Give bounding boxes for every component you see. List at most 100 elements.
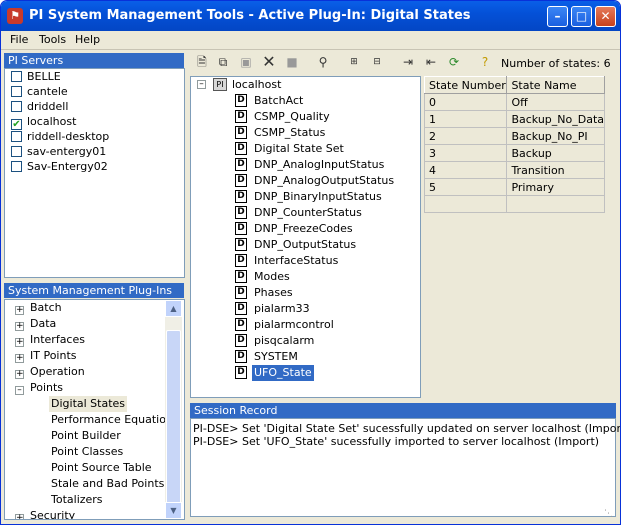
minimize-button[interactable]: – (547, 6, 568, 27)
state-number[interactable]: 4 (423, 161, 508, 179)
table-row[interactable]: 1 Backup_No_Data (423, 110, 605, 128)
tree-item[interactable]: Modes (252, 269, 292, 285)
tree-item[interactable]: InterfaceStatus (252, 253, 340, 269)
expand-icon[interactable]: + (15, 338, 24, 347)
plugin-group-data[interactable]: + Data (15, 316, 56, 332)
tree-item[interactable]: Digital State Set (252, 141, 346, 157)
plugin-group-it-points[interactable]: + IT Points (15, 348, 77, 364)
tree-item[interactable]: BatchAct (252, 93, 305, 109)
maximize-button[interactable]: □ (571, 6, 592, 27)
scroll-up-icon[interactable]: ▲ (165, 300, 182, 317)
tree-item[interactable]: CSMP_Quality (252, 109, 332, 125)
expand-icon[interactable]: + (15, 514, 24, 519)
state-name[interactable]: Backup (506, 144, 605, 162)
paste-icon[interactable]: ▣ (237, 53, 255, 71)
menu-tools[interactable]: Tools (39, 33, 66, 46)
expand-icon[interactable]: + (15, 306, 24, 315)
expand-icon[interactable]: + (15, 322, 24, 331)
table-row[interactable]: 3 Backup (423, 144, 605, 162)
state-name[interactable]: Transition (506, 161, 605, 179)
plugin-scrollbar[interactable]: ▲ ▼ (165, 300, 182, 519)
server-item[interactable]: riddell-desktop (11, 129, 109, 144)
plugin-point-classes[interactable]: Point Classes (51, 444, 123, 460)
checkbox[interactable] (11, 101, 22, 112)
menu-help[interactable]: Help (75, 33, 100, 46)
scroll-down-icon[interactable]: ▼ (165, 502, 182, 519)
tree-item[interactable]: Phases (252, 285, 295, 301)
collapse-all-icon[interactable]: ⊟ (368, 53, 386, 71)
column-header-state-name[interactable]: State Name (506, 76, 605, 94)
import-icon[interactable]: ⇤ (422, 53, 440, 71)
state-number[interactable]: 1 (423, 110, 508, 128)
session-log[interactable]: PI-DSE> Set 'Digital State Set' sucessfu… (190, 418, 620, 517)
column-header-state-number[interactable]: State Number (423, 76, 508, 94)
plugin-group-operation[interactable]: + Operation (15, 364, 85, 380)
state-number[interactable]: 3 (423, 144, 508, 162)
state-name[interactable]: Off (506, 93, 605, 111)
tree-item[interactable]: pisqcalarm (252, 333, 316, 349)
checkbox[interactable] (11, 131, 22, 142)
tree-item[interactable]: pialarmcontrol (252, 317, 336, 333)
server-item[interactable]: driddell (11, 99, 68, 114)
plugin-digital-states[interactable]: Digital States (49, 396, 128, 412)
state-number[interactable]: 2 (423, 127, 508, 145)
tree-item[interactable]: SYSTEM (252, 349, 300, 365)
new-icon[interactable]: 🗎 (193, 53, 211, 71)
server-item[interactable]: BELLE (11, 69, 61, 84)
table-row[interactable]: 4 Transition (423, 161, 605, 179)
collapse-icon[interactable]: – (15, 386, 24, 395)
tree-item[interactable]: DNP_FreezeCodes (252, 221, 355, 237)
find-icon[interactable]: ⚲ (314, 53, 332, 71)
plugin-point-builder[interactable]: Point Builder (51, 428, 121, 444)
menu-file[interactable]: File (10, 33, 28, 46)
state-number[interactable]: 5 (423, 178, 508, 196)
plugin-group-interfaces[interactable]: + Interfaces (15, 332, 85, 348)
state-name[interactable] (506, 195, 605, 213)
tree-item[interactable]: DNP_CounterStatus (252, 205, 364, 221)
tree-item[interactable]: pialarm33 (252, 301, 312, 317)
state-name[interactable]: Backup_No_PI (506, 127, 605, 145)
server-item[interactable]: cantele (11, 84, 68, 99)
tree-root-localhost[interactable]: localhost (232, 77, 281, 93)
plugin-group-points[interactable]: – Points (15, 380, 63, 396)
tree-item[interactable]: DNP_AnalogOutputStatus (252, 173, 396, 189)
server-item[interactable]: Sav-Entergy02 (11, 159, 108, 174)
checkbox[interactable] (11, 161, 22, 172)
table-row[interactable]: 0 Off (423, 93, 605, 111)
tree-item[interactable]: DNP_BinaryInputStatus (252, 189, 384, 205)
expand-all-icon[interactable]: ⊞ (345, 53, 363, 71)
plugin-point-source-table[interactable]: Point Source Table (51, 460, 152, 476)
stop-icon[interactable]: ■ (283, 53, 301, 71)
tree-item[interactable]: DNP_AnalogInputStatus (252, 157, 386, 173)
close-button[interactable]: ✕ (595, 6, 616, 27)
table-row-empty[interactable] (423, 195, 605, 213)
help-icon[interactable]: ? (476, 53, 494, 71)
checkbox[interactable] (11, 146, 22, 157)
expand-icon[interactable]: + (15, 370, 24, 379)
scroll-thumb[interactable] (166, 330, 181, 510)
checkbox[interactable] (11, 71, 22, 82)
tree-item[interactable]: CSMP_Status (252, 125, 327, 141)
plugin-performance-equations[interactable]: Performance Equations (51, 412, 179, 428)
state-number[interactable]: 0 (423, 93, 508, 111)
table-row[interactable]: 5 Primary (423, 178, 605, 196)
export-icon[interactable]: ⇥ (399, 53, 417, 71)
state-number[interactable] (423, 195, 508, 213)
table-row[interactable]: 2 Backup_No_PI (423, 127, 605, 145)
checkbox[interactable] (11, 86, 22, 97)
refresh-icon[interactable]: ⟳ (445, 53, 463, 71)
collapse-icon[interactable]: – (197, 80, 206, 89)
title-bar[interactable]: ⚑ PI System Management Tools - Active Pl… (1, 1, 620, 31)
resize-grip-icon[interactable]: ⋱ (604, 508, 616, 520)
copy-icon[interactable]: ⧉ (214, 53, 232, 71)
tree-item[interactable]: DNP_OutputStatus (252, 237, 358, 253)
plugin-totalizers[interactable]: Totalizers (51, 492, 103, 508)
plugin-group-security[interactable]: + Security (15, 508, 75, 519)
server-item[interactable]: sav-entergy01 (11, 144, 106, 159)
plugin-stale-bad-points[interactable]: Stale and Bad Points (51, 476, 164, 492)
state-name[interactable]: Primary (506, 178, 605, 196)
tree-item[interactable]: UFO_State (252, 365, 314, 381)
plugin-group-batch[interactable]: + Batch (15, 300, 62, 316)
server-item-localhost[interactable]: ✔ localhost (11, 114, 76, 130)
state-name[interactable]: Backup_No_Data (506, 110, 605, 128)
